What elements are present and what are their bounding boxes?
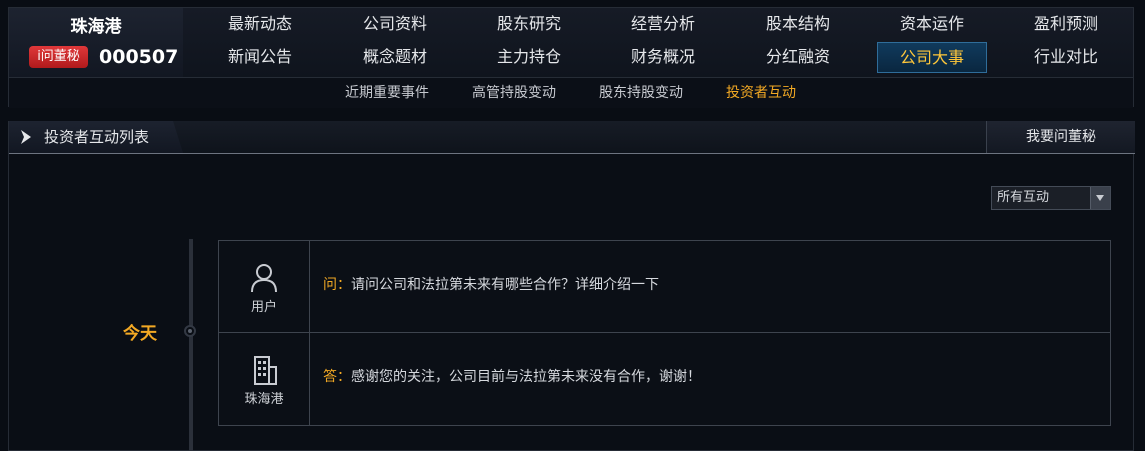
question-row: 用户 问：请问公司和法拉第未来有哪些合作？详细介绍一下 <box>219 241 1110 333</box>
nav-item-dividends-financing[interactable]: 分红融资 <box>743 42 853 72</box>
stock-header: 珠海港 i问董秘 000507 最新动态 公司资料 股东研究 经营分析 股本结构… <box>8 7 1134 108</box>
main-nav: 最新动态 公司资料 股东研究 经营分析 股本结构 资本运作 盈利预测 新闻公告 … <box>183 8 1133 77</box>
question-text-block: 问：请问公司和法拉第未来有哪些合作？详细介绍一下 <box>323 241 659 329</box>
interaction-filter-select[interactable]: 所有互动 <box>991 186 1111 210</box>
nav-item-industry-comparison[interactable]: 行业对比 <box>1011 42 1121 72</box>
nav-item-financial-overview[interactable]: 财务概况 <box>608 42 718 72</box>
question-avatar: 用户 <box>219 241 310 332</box>
answer-prefix: 答： <box>323 369 351 385</box>
answer-author: 珠海港 <box>244 392 284 407</box>
subnav-item-shareholder-holdings[interactable]: 股东持股变动 <box>599 78 683 108</box>
subnav-item-investor-interaction[interactable]: 投资者互动 <box>726 78 796 108</box>
ask-secretary-button[interactable]: 我要问董秘 <box>986 121 1135 153</box>
stock-info: 珠海港 i问董秘 000507 <box>9 8 184 77</box>
answer-avatar: 珠海港 <box>219 333 310 425</box>
stock-name: 珠海港 <box>70 17 122 37</box>
nav-item-operations-analysis[interactable]: 经营分析 <box>608 9 718 39</box>
panel-title: 投资者互动列表 <box>44 128 150 146</box>
subnav-item-executive-holdings[interactable]: 高管持股变动 <box>472 78 556 108</box>
nav-item-company-events[interactable]: 公司大事 <box>877 42 987 73</box>
question-author: 用户 <box>250 300 277 315</box>
nav-item-concepts[interactable]: 概念题材 <box>340 42 450 72</box>
qa-card: 用户 问：请问公司和法拉第未来有哪些合作？详细介绍一下 珠海港 答：感谢您的关注… <box>218 240 1111 426</box>
answer-text-block: 答：感谢您的关注，公司目前与法拉第未来没有合作，谢谢！ <box>323 333 701 421</box>
user-icon <box>251 264 277 293</box>
subnav-item-recent-events[interactable]: 近期重要事件 <box>345 78 429 108</box>
chevron-right-icon <box>21 130 31 144</box>
building-icon <box>254 356 277 385</box>
nav-item-shareholder-research[interactable]: 股东研究 <box>474 9 584 39</box>
filter-selected-value: 所有互动 <box>997 190 1050 205</box>
question-text: 请问公司和法拉第未来有哪些合作？详细介绍一下 <box>351 277 659 293</box>
nav-item-latest-news[interactable]: 最新动态 <box>205 9 315 39</box>
sub-nav: 近期重要事件 高管持股变动 股东持股变动 投资者互动 <box>9 77 1133 108</box>
dropdown-arrow-icon[interactable] <box>1090 187 1110 209</box>
stock-code: 000507 <box>99 46 179 68</box>
panel-header: 投资者互动列表 我要问董秘 <box>9 121 1135 154</box>
answer-row: 珠海港 答：感谢您的关注，公司目前与法拉第未来没有合作，谢谢！ <box>219 333 1110 425</box>
investor-interaction-panel: 投资者互动列表 我要问董秘 所有互动 今天 用户 问：请问公司和法拉第未来有哪些… <box>8 121 1135 451</box>
nav-item-capital-operations[interactable]: 资本运作 <box>877 9 987 39</box>
nav-item-company-profile[interactable]: 公司资料 <box>340 9 450 39</box>
nav-item-earnings-forecast[interactable]: 盈利预测 <box>1011 9 1121 39</box>
timeline-line <box>189 239 193 451</box>
timeline-dot <box>184 325 196 337</box>
question-prefix: 问： <box>323 277 351 293</box>
page: 珠海港 i问董秘 000507 最新动态 公司资料 股东研究 经营分析 股本结构… <box>0 0 1145 451</box>
nav-item-main-holdings[interactable]: 主力持仓 <box>474 42 584 72</box>
timeline-date-label: 今天 <box>123 324 157 344</box>
answer-text: 感谢您的关注，公司目前与法拉第未来没有合作，谢谢！ <box>351 369 701 385</box>
panel-title-tab: 投资者互动列表 <box>9 121 183 153</box>
nav-item-announcements[interactable]: 新闻公告 <box>205 42 315 72</box>
nav-item-share-structure[interactable]: 股本结构 <box>743 9 853 39</box>
ask-secretary-badge-button[interactable]: i问董秘 <box>29 46 88 68</box>
